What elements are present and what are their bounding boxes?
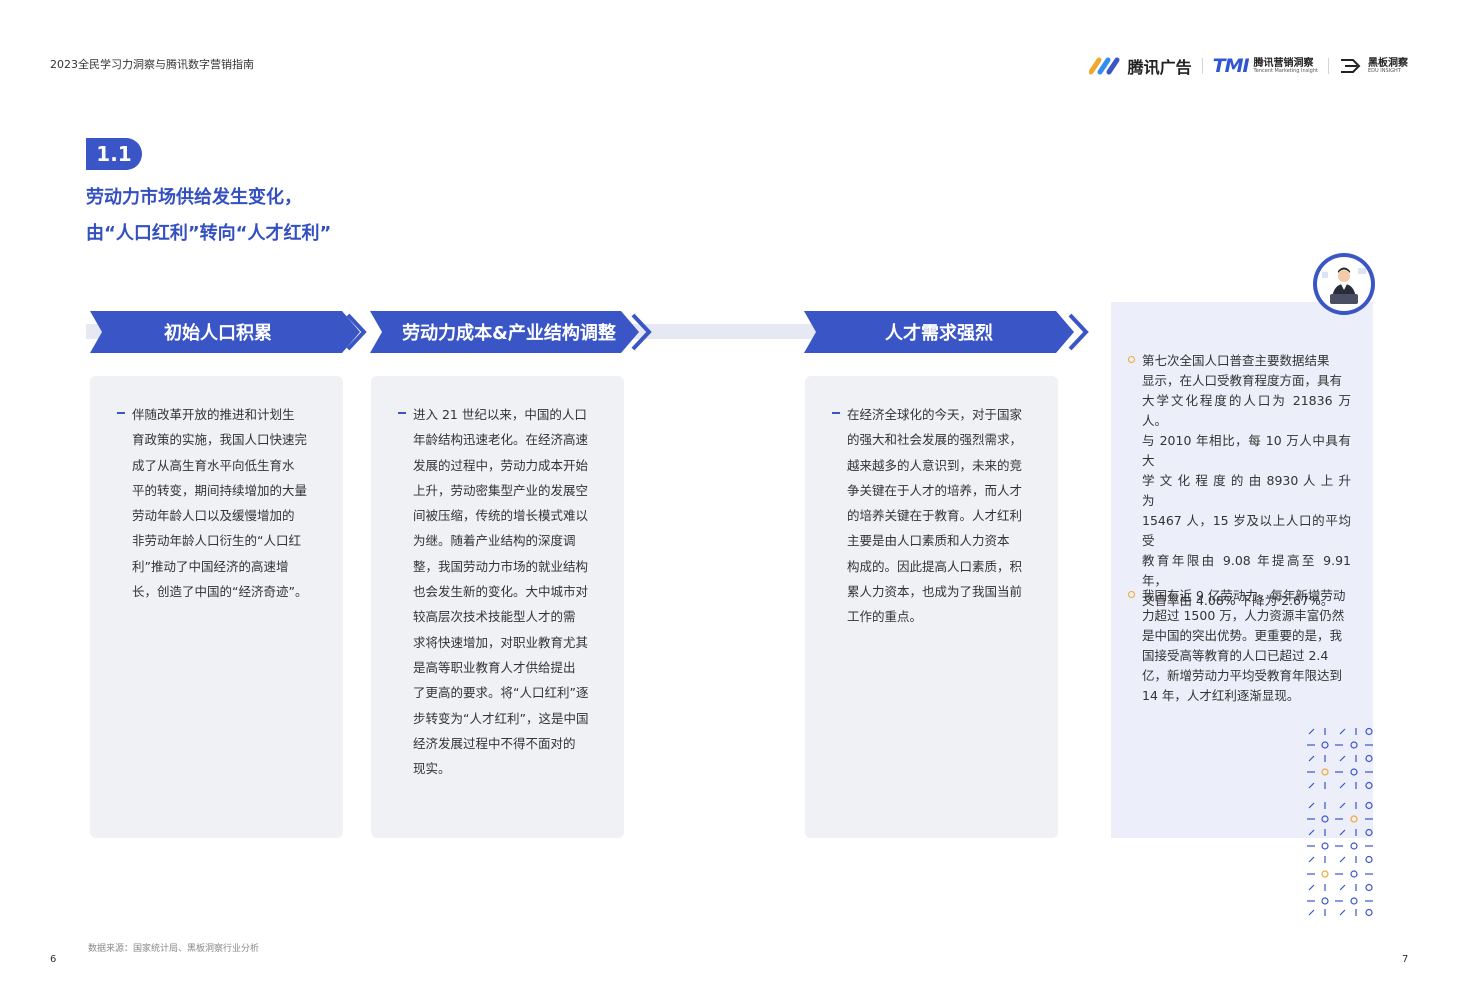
logo-divider	[1328, 58, 1329, 74]
text-line: 亿，新增劳动力平均受教育年限达到	[1142, 668, 1343, 683]
text-line: 教育年限由 9.08 年提高至 9.91 年，	[1142, 553, 1351, 588]
text-line: 累人力资本，也成为了我国当前	[847, 584, 1023, 600]
text-line: 整，我国劳动力市场的就业结构	[413, 558, 589, 574]
document-title: 2023全民学习力洞察与腾讯数字营销指南	[50, 58, 254, 71]
text-line: 伴随改革开放的推进和计划生	[132, 407, 295, 422]
text-line: 劳动年龄人口以及缓慢增加的	[132, 508, 295, 524]
bullet-dash	[832, 412, 840, 414]
text-line: 的培养关键在于教育。人才红利	[847, 508, 1023, 524]
text-line: 上升，劳动密集型产业的发展空	[413, 482, 589, 498]
page-number-right: 7	[1402, 954, 1409, 965]
text-line: 大学文化程度的人口为 21836 万人。	[1142, 393, 1351, 428]
page-number-left: 6	[50, 954, 57, 965]
text-line: 在经济全球化的今天，对于国家	[847, 407, 1023, 422]
text-line: 了更高的要求。将“人口红利”逐	[413, 685, 589, 701]
edu-insight-english: EDU INSIGHT	[1368, 67, 1401, 74]
text-line: 显示，在人口受教育程度方面，具有	[1142, 373, 1343, 388]
text-line: 求将快速增加，对职业教育尤其	[413, 634, 589, 650]
stage-card-2-text: 进入 21 世纪以来，中国的人口 年龄结构迅速老化。在经济高速 发展的过程中，劳…	[413, 402, 595, 781]
text-line: 也会发生新的变化。大中城市对	[413, 584, 589, 600]
section-title: 劳动力市场供给发生变化， 由“人口红利”转向“人才红利”	[86, 180, 331, 252]
text-line: 工作的重点。	[847, 609, 923, 625]
text-line: 与 2010 年相比，每 10 万人中具有大	[1142, 433, 1351, 468]
tmi-english: Tencent Marketing Insight	[1253, 67, 1318, 74]
text-line: 平的转变，期间持续增加的大量	[132, 482, 308, 498]
text-line: 发展的过程中，劳动力成本开始	[413, 457, 589, 473]
section-number-badge: 1.1	[86, 138, 142, 170]
text-line: 利”推动了中国经济的高速增	[132, 558, 289, 574]
text-line: 是高等职业教育人才供给提出	[413, 659, 576, 675]
text-line: 经济发展过程中不得不面对的	[413, 735, 576, 751]
text-line: 非劳动年龄人口衍生的“人口红	[132, 533, 301, 549]
tencent-ads-icon	[1088, 57, 1120, 75]
text-line: 长，创造了中国的“经济奇迹”。	[132, 584, 308, 600]
text-line: 主要是由人口素质和人力资本	[847, 533, 1010, 549]
text-line: 越来越多的人意识到，未来的竞	[847, 457, 1023, 473]
stage-label-1: 初始人口积累	[164, 323, 272, 344]
text-line: 步转变为“人才红利”，这是中国	[413, 710, 589, 726]
text-line: 的强大和社会发展的强烈需求，	[847, 432, 1023, 448]
text-line: 成了从高生育水平向低生育水	[132, 457, 295, 473]
tmi-mark: TMI	[1212, 55, 1250, 77]
logo-divider	[1201, 58, 1203, 74]
stage-card-1-text: 伴随改革开放的推进和计划生 育政策的实施，我国人口快速完 成了从高生育水平向低生…	[132, 402, 314, 604]
stage-label-2: 劳动力成本&产业结构调整	[402, 323, 616, 344]
header-logos: 腾讯广告 TMI 腾讯营销洞察 Tencent Marketing Insigh…	[1088, 54, 1408, 78]
text-line: 学 文 化 程 度 的 由 8930 人 上 升 为	[1142, 473, 1351, 508]
text-line: 年龄结构迅速老化。在经济高速	[413, 432, 589, 448]
tmi-logo: TMI 腾讯营销洞察 Tencent Marketing Insight	[1213, 55, 1318, 77]
person-at-laptop-icon	[1313, 253, 1375, 315]
text-line: 我国有近 9 亿劳动力，每年新增劳动	[1142, 588, 1346, 603]
bullet-dash	[117, 412, 125, 414]
text-line: 国接受高等教育的人口已超过 2.4	[1142, 648, 1329, 663]
text-line: 育政策的实施，我国人口快速完	[132, 432, 308, 448]
text-line: 较高层次技术技能型人才的需	[413, 609, 576, 625]
tencent-ads-text: 腾讯广告	[1127, 58, 1192, 77]
tencent-ads-logo: 腾讯广告	[1088, 54, 1192, 78]
text-line: 14 年，人才红利逐渐显现。	[1142, 688, 1300, 703]
text-line: 为继。随着产业结构的深度调	[413, 533, 576, 549]
bullet-dot	[1128, 356, 1135, 363]
text-line: 间被压缩，传统的增长模式难以	[413, 508, 589, 524]
text-line: 力超过 1500 万，人力资源丰富仍然	[1142, 608, 1345, 623]
text-line: 是中国的突出优势。更重要的是，我	[1142, 628, 1343, 643]
decorative-pattern	[1307, 727, 1373, 917]
section-title-line-2: 由“人口红利”转向“人才红利”	[86, 223, 332, 244]
text-line: 构成的。因此提高人口素质，积	[847, 558, 1023, 574]
text-line: 第七次全国人口普查主要数据结果	[1142, 353, 1330, 368]
edu-insight-icon	[1341, 59, 1361, 73]
stage-label-3: 人才需求强烈	[885, 323, 993, 344]
text-line: 进入 21 世纪以来，中国的人口	[413, 407, 587, 422]
bullet-dash	[398, 412, 406, 414]
stage-card-3-text: 在经济全球化的今天，对于国家 的强大和社会发展的强烈需求， 越来越多的人意识到，…	[847, 402, 1029, 630]
bullet-dot	[1128, 591, 1135, 598]
fact-2-text: 我国有近 9 亿劳动力，每年新增劳动 力超过 1500 万，人力资源丰富仍然 是…	[1142, 586, 1351, 706]
text-line: 现实。	[413, 761, 451, 777]
text-line: 争关键在于人才的培养，而人才	[847, 482, 1023, 498]
edu-insight-logo: 黑板洞察 EDU INSIGHT	[1339, 58, 1408, 75]
fact-1-text: 第七次全国人口普查主要数据结果 显示，在人口受教育程度方面，具有 大学文化程度的…	[1142, 351, 1351, 611]
text-line: 15467 人，15 岁及以上人口的平均受	[1142, 513, 1351, 548]
section-title-line-1: 劳动力市场供给发生变化，	[86, 187, 302, 208]
data-source: 数据来源：国家统计局、黑板洞察行业分析	[88, 944, 260, 954]
